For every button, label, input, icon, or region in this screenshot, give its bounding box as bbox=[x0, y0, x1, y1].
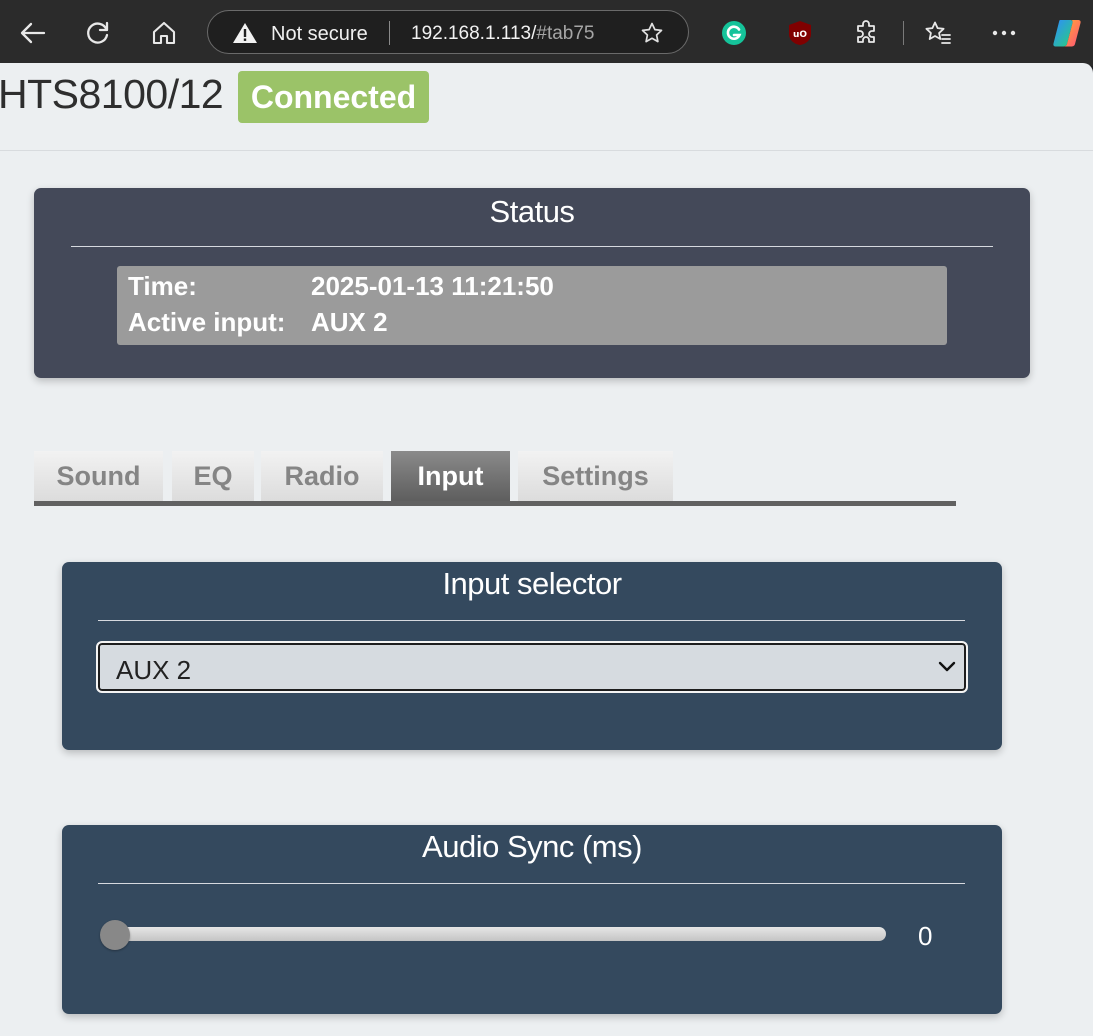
active-input-label: Active input: bbox=[128, 307, 286, 337]
grammarly-extension-button[interactable] bbox=[715, 14, 753, 52]
connection-status-badge: Connected bbox=[238, 71, 429, 123]
ublock-origin-icon: uO bbox=[789, 21, 811, 45]
audio-sync-divider bbox=[98, 883, 965, 884]
input-select-dropdown[interactable]: AUX 2 bbox=[96, 641, 968, 693]
header-divider bbox=[0, 150, 1093, 151]
copilot-icon bbox=[1053, 20, 1081, 47]
more-options-button[interactable] bbox=[985, 14, 1023, 52]
audio-sync-slider[interactable] bbox=[104, 927, 886, 941]
chevron-down-icon bbox=[938, 659, 956, 677]
active-input-value: AUX 2 bbox=[311, 307, 388, 337]
status-panel-title: Status bbox=[489, 194, 575, 229]
tab-input[interactable]: Input bbox=[391, 451, 510, 501]
url-host: 192.168.1.113/ bbox=[411, 23, 537, 44]
address-divider bbox=[389, 21, 390, 45]
input-selector-divider bbox=[98, 620, 965, 621]
reload-icon bbox=[87, 21, 109, 44]
favorites-button[interactable] bbox=[919, 14, 957, 52]
home-icon bbox=[152, 21, 176, 45]
input-selector-title: Input selector bbox=[442, 566, 622, 601]
home-button[interactable] bbox=[145, 14, 183, 52]
url-fragment: #tab75 bbox=[536, 23, 595, 44]
grammarly-icon bbox=[722, 21, 746, 45]
tab-eq[interactable]: EQ bbox=[172, 451, 254, 501]
status-panel-divider bbox=[71, 246, 993, 247]
status-info-box: Time: 2025-01-13 11:21:50 Active input: … bbox=[117, 266, 947, 345]
tab-sound[interactable]: Sound bbox=[34, 451, 163, 501]
url-text[interactable]: 192.168.1.113/#tab75 bbox=[411, 23, 595, 45]
extensions-button[interactable] bbox=[847, 14, 885, 52]
audio-sync-title: Audio Sync (ms) bbox=[422, 829, 642, 864]
audio-sync-panel: Audio Sync (ms) 0 bbox=[62, 825, 1002, 1014]
back-button[interactable] bbox=[14, 14, 52, 52]
tab-bar: Sound EQ Radio Input Settings bbox=[34, 451, 956, 506]
tab-bar-underline bbox=[34, 501, 956, 506]
svg-text:uO: uO bbox=[793, 30, 807, 40]
extensions-icon bbox=[857, 20, 875, 43]
input-selector-panel: Input selector AUX 2 bbox=[62, 562, 1002, 750]
copilot-button[interactable] bbox=[1048, 14, 1086, 52]
tab-settings[interactable]: Settings bbox=[518, 451, 673, 501]
time-value: 2025-01-13 11:21:50 bbox=[311, 271, 554, 301]
device-title: HTS8100/12 bbox=[0, 71, 224, 117]
audio-sync-value: 0 bbox=[918, 921, 933, 951]
time-label: Time: bbox=[128, 271, 197, 301]
back-icon bbox=[20, 22, 46, 44]
security-label[interactable]: Not secure bbox=[271, 23, 368, 46]
toolbar-divider bbox=[903, 21, 904, 45]
ublock-extension-button[interactable]: uO bbox=[781, 14, 819, 52]
favorites-icon bbox=[925, 21, 951, 44]
more-options-icon bbox=[992, 30, 1016, 36]
time-row: Time: 2025-01-13 11:21:50 bbox=[128, 271, 554, 302]
active-input-row: Active input: AUX 2 bbox=[128, 307, 388, 338]
input-select-value: AUX 2 bbox=[116, 655, 192, 685]
reload-button[interactable] bbox=[79, 14, 117, 52]
audio-sync-slider-thumb[interactable] bbox=[100, 920, 130, 950]
tab-radio[interactable]: Radio bbox=[261, 451, 383, 501]
warning-icon bbox=[232, 22, 258, 49]
status-panel: Status Time: 2025-01-13 11:21:50 Active … bbox=[34, 188, 1030, 378]
favorite-star-icon[interactable] bbox=[640, 21, 664, 50]
page-content: HTS8100/12 Connected Status Time: 2025-0… bbox=[0, 63, 1093, 1036]
address-bar[interactable]: Not secure 192.168.1.113/#tab75 bbox=[207, 10, 689, 54]
browser-toolbar: Not secure 192.168.1.113/#tab75 uO bbox=[0, 0, 1093, 66]
